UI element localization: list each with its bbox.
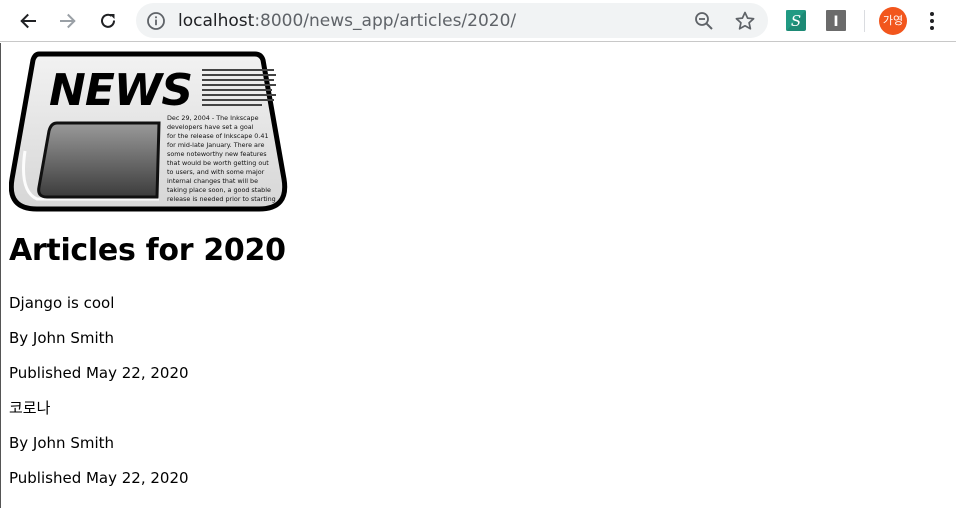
zoom-icon[interactable] xyxy=(694,11,714,31)
address-bar[interactable]: localhost:8000/news_app/articles/2020/ xyxy=(136,3,768,38)
browser-toolbar: localhost:8000/news_app/articles/2020/ S… xyxy=(0,0,956,42)
toolbar-separator xyxy=(864,10,865,32)
bookmark-star-icon[interactable] xyxy=(734,10,756,32)
more-menu-icon[interactable] xyxy=(922,9,942,33)
logo-body-line: that would be worth getting out xyxy=(167,159,269,167)
logo-body-line: developers have set a goal xyxy=(167,123,254,131)
back-button[interactable] xyxy=(12,5,44,37)
news-logo-image: NEWS Dec 29, 2004 - The Inkscape develop… xyxy=(9,51,288,212)
extension-s-icon[interactable]: S xyxy=(786,10,806,31)
svg-text:S: S xyxy=(791,12,801,30)
forward-arrow-icon xyxy=(60,13,76,29)
reload-button[interactable] xyxy=(92,5,124,37)
article-byline: By John Smith xyxy=(9,434,115,452)
article-published: Published May 22, 2020 xyxy=(9,469,189,487)
article-title: Django is cool xyxy=(9,294,115,312)
url-path: :8000/news_app/articles/2020/ xyxy=(254,11,517,31)
logo-headline: NEWS xyxy=(49,65,192,116)
page-title: Articles for 2020 xyxy=(9,233,286,268)
article-title: 코로나 xyxy=(9,399,51,417)
logo-body-line: for mid-late January. There are xyxy=(167,141,264,149)
logo-body-line: to users, and with some major xyxy=(167,168,265,176)
reload-icon xyxy=(101,13,116,28)
forward-button[interactable] xyxy=(52,5,84,37)
logo-body-line: Dec 29, 2004 - The Inkscape xyxy=(167,114,259,122)
extension-i-icon[interactable]: I xyxy=(826,10,846,31)
profile-avatar[interactable]: 가영 xyxy=(879,7,907,35)
article-byline: By John Smith xyxy=(9,329,115,347)
svg-text:I: I xyxy=(833,14,838,30)
logo-body-line: internal changes that will be xyxy=(167,177,258,185)
info-icon[interactable] xyxy=(146,11,166,31)
url-host: localhost xyxy=(178,11,255,31)
logo-body-line: taking place soon, a good stable xyxy=(167,186,271,194)
url-text[interactable]: localhost:8000/news_app/articles/2020/ xyxy=(178,11,516,31)
page-content: NEWS Dec 29, 2004 - The Inkscape develop… xyxy=(0,43,956,508)
logo-body-line: some noteworthy new features xyxy=(167,150,267,158)
logo-body-line: release is needed prior to starting xyxy=(167,195,276,203)
logo-body-line: for the release of Inkscape 0.41 xyxy=(167,132,269,140)
article-published: Published May 22, 2020 xyxy=(9,364,189,382)
back-arrow-icon xyxy=(20,13,36,29)
